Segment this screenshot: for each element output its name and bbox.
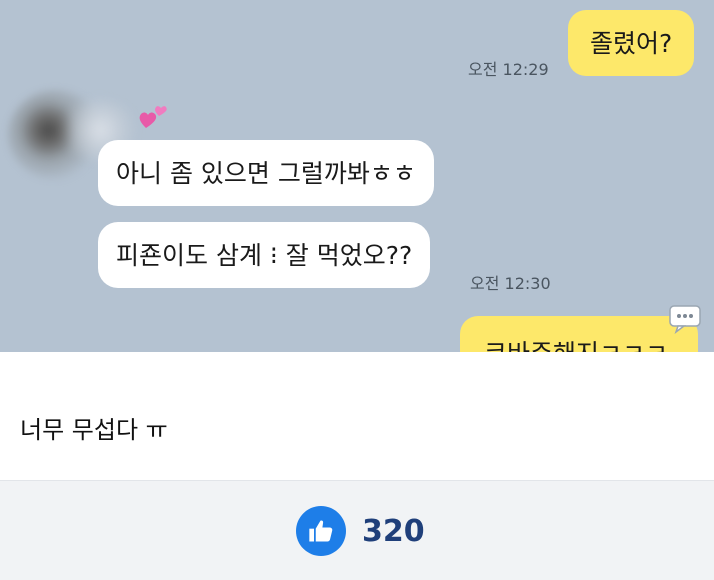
message-text: 코바주해지ㅋㅋㅋ (484, 334, 668, 352)
like-button[interactable]: 320 (296, 506, 425, 556)
chat-screenshot-image: 졸렸어? 오전 12:29 아니 좀 있으면 그럴까봐ㅎㅎ 피죤이도 삼계 ⁝ … (0, 0, 714, 352)
message-text: 졸렸어? (590, 28, 673, 58)
my-message-bubble: 졸렸어? (568, 10, 695, 76)
their-message-bubble: 피죤이도 삼계 ⁝ 잘 먹었오?? (98, 222, 431, 288)
reaction-bar: 320 (0, 480, 714, 580)
thumbs-up-icon (296, 506, 346, 556)
message-time: 오전 12:29 (468, 60, 549, 79)
hearts-icon (139, 106, 167, 128)
my-message-bubble: 코바주해지ㅋㅋㅋ (460, 316, 698, 352)
like-count: 320 (362, 513, 425, 549)
comment-section: 너무 무섭다 ㅠ (0, 352, 714, 480)
message-text: 피죤이도 삼계 ⁝ 잘 먹었오?? (116, 240, 413, 270)
their-message-bubble: 아니 좀 있으면 그럴까봐ㅎㅎ (98, 140, 434, 206)
message-text: 아니 좀 있으면 그럴까봐ㅎㅎ (116, 158, 416, 188)
message-time: 오전 12:30 (470, 274, 551, 293)
comment-text: 너무 무섭다 ㅠ (20, 416, 168, 444)
post-screen: 졸렸어? 오전 12:29 아니 좀 있으면 그럴까봐ㅎㅎ 피죤이도 삼계 ⁝ … (0, 0, 714, 580)
speech-bubble-icon (669, 305, 701, 334)
